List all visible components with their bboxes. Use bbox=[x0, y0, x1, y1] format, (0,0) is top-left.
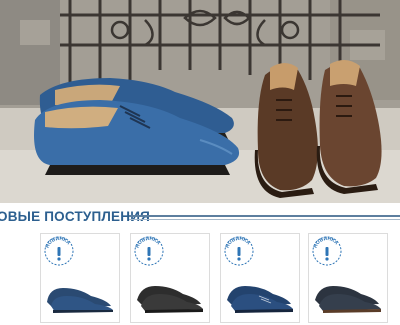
new-badge-icon: НОВИНКА bbox=[134, 236, 164, 266]
product-image bbox=[47, 288, 113, 313]
new-arrivals-header: ОВЫЕ ПОСТУПЛЕНИЯ bbox=[0, 206, 400, 228]
product-card[interactable]: НОВИНКА bbox=[220, 233, 300, 323]
section-title[interactable]: ОВЫЕ ПОСТУПЛЕНИЯ bbox=[0, 209, 150, 224]
product-image bbox=[137, 286, 203, 313]
product-card[interactable]: НОВИНКА bbox=[308, 233, 388, 323]
hero-illustration bbox=[0, 0, 400, 203]
product-card[interactable]: НОВИНКА bbox=[130, 233, 210, 323]
product-card[interactable]: НОВИНКА bbox=[40, 233, 120, 323]
product-image bbox=[227, 286, 293, 313]
product-grid: НОВИНКА НОВИНКА НОВИНКА НОВИНКА bbox=[0, 233, 400, 325]
new-badge-icon: НОВИНКА bbox=[44, 236, 74, 266]
new-badge-icon: НОВИНКА bbox=[312, 236, 342, 266]
hero-banner[interactable] bbox=[0, 0, 400, 203]
new-badge-icon: НОВИНКА bbox=[224, 236, 254, 266]
product-image bbox=[315, 286, 381, 313]
title-divider bbox=[129, 215, 400, 221]
